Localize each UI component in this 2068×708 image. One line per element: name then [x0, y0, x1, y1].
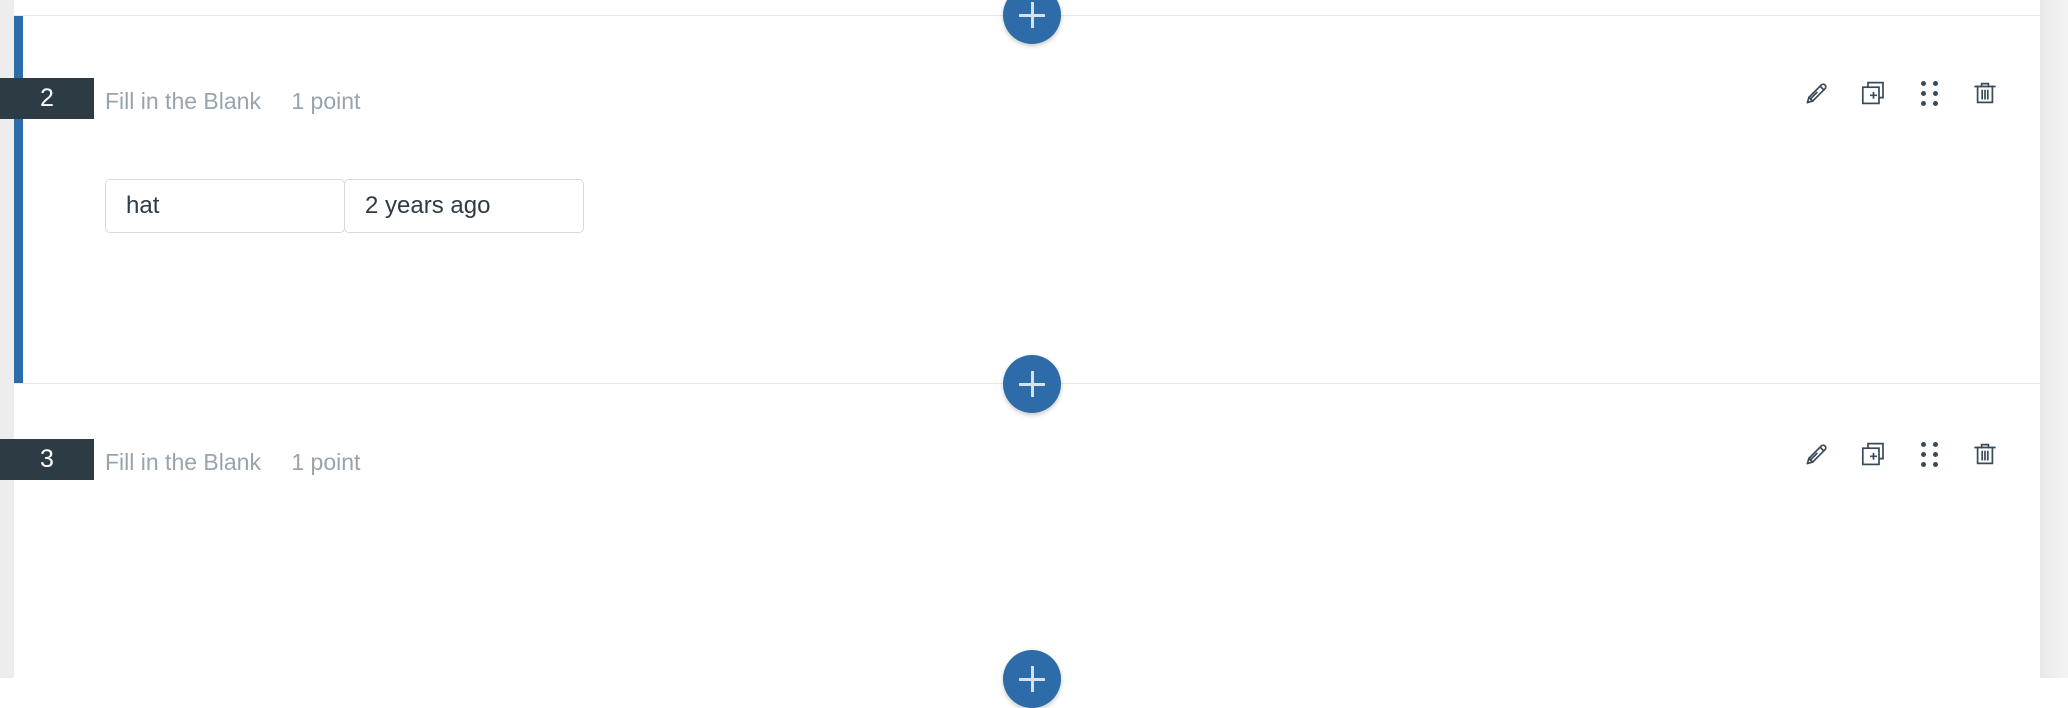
plus-icon — [1019, 666, 1045, 692]
answer-fields-row: hat 2 years ago — [105, 179, 584, 233]
question-number-badge: 2 — [0, 78, 94, 119]
edit-icon[interactable] — [1800, 76, 1834, 110]
drag-handle-dots — [1920, 80, 1938, 106]
question-actions-toolbar — [1800, 76, 2002, 110]
page-right-gutter — [2040, 0, 2068, 678]
question-type-label: Fill in the Blank — [105, 88, 261, 114]
add-question-button-bottom[interactable] — [1003, 650, 1061, 708]
delete-icon[interactable] — [1968, 437, 2002, 471]
delete-icon[interactable] — [1968, 76, 2002, 110]
plus-icon — [1019, 2, 1045, 28]
question-points-label: 1 point — [291, 88, 361, 114]
question-type-label: Fill in the Blank — [105, 449, 261, 475]
answer-field-1[interactable]: hat — [105, 179, 345, 233]
edit-icon[interactable] — [1800, 437, 1834, 471]
drag-handle-icon[interactable] — [1912, 76, 1946, 110]
add-question-button-middle[interactable] — [1003, 355, 1061, 413]
answer-field-2[interactable]: 2 years ago — [344, 179, 584, 233]
question-number-badge: 3 — [0, 439, 94, 480]
question-actions-toolbar — [1800, 437, 2002, 471]
drag-handle-icon[interactable] — [1912, 437, 1946, 471]
question-meta: Fill in the Blank 1 point — [105, 449, 360, 476]
duplicate-icon[interactable] — [1856, 437, 1890, 471]
question-points-label: 1 point — [291, 449, 361, 475]
selected-accent-bar — [14, 16, 23, 383]
duplicate-icon[interactable] — [1856, 76, 1890, 110]
question-meta: Fill in the Blank 1 point — [105, 88, 360, 115]
quiz-question-editor: 2 Fill in the Blank 1 point hat 2 years … — [0, 0, 2068, 708]
question-block-3[interactable]: 3 Fill in the Blank 1 point — [0, 384, 2040, 678]
question-block-2[interactable]: 2 Fill in the Blank 1 point hat 2 years … — [0, 16, 2040, 383]
plus-icon — [1019, 371, 1045, 397]
drag-handle-dots — [1920, 441, 1938, 467]
